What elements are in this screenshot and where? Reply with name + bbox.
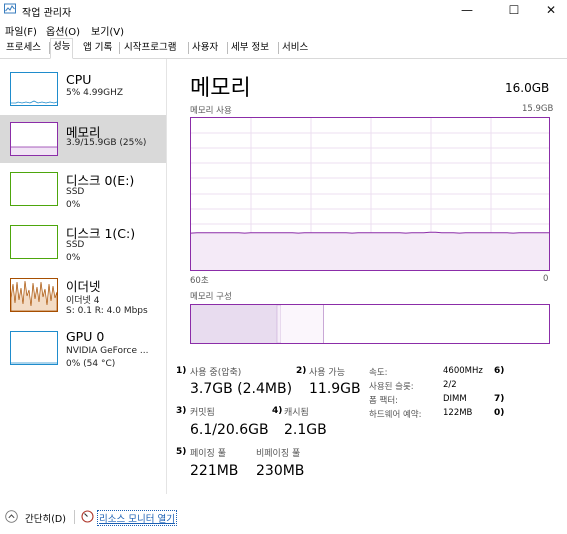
- sidebar-item-detail: 5% 4.99GHZ: [66, 88, 124, 98]
- sidebar-item-usage: 0% (54 °C): [66, 359, 116, 369]
- sidebar-item-detail: SSD: [66, 240, 85, 250]
- axis-left-label: 60초: [190, 276, 209, 286]
- available-marker: 2): [296, 366, 307, 376]
- composition-modified: [276, 305, 282, 343]
- page-title: 메모리: [190, 76, 251, 101]
- menu-view[interactable]: 보기(V): [91, 23, 124, 38]
- slots-value: 2/2: [443, 380, 457, 390]
- disk-1-thumbnail-graph: [10, 225, 58, 259]
- paged-pool-marker: 5): [176, 447, 187, 457]
- sidebar-item-detail: 이더넷 4: [66, 296, 100, 306]
- maximize-button[interactable]: ☐: [494, 0, 534, 20]
- in-use-marker: 1): [176, 366, 187, 376]
- memory-total: 16.0GB: [505, 81, 550, 95]
- resource-sidebar: CPU 5% 4.99GHZ 메모리 3.9/15.9GB (25%) 디스크 …: [0, 59, 167, 494]
- nonpaged-pool-value: 230MB: [256, 463, 305, 479]
- sidebar-item-usage: 0%: [66, 253, 81, 263]
- paged-pool-value: 221MB: [190, 463, 239, 479]
- sidebar-item-title: CPU: [66, 72, 92, 87]
- hardware-reserved-marker: 0): [494, 408, 505, 418]
- tab-users[interactable]: 사용자: [190, 40, 220, 56]
- disk-0-thumbnail-graph: [10, 172, 58, 206]
- available-label: 사용 가능: [309, 368, 345, 378]
- nonpaged-pool-label: 비페이징 풀: [256, 449, 301, 459]
- speed-value: 4600MHz: [443, 366, 483, 376]
- composition-standby: [281, 305, 323, 343]
- sidebar-item-memory[interactable]: 메모리 3.9/15.9GB (25%): [0, 115, 166, 163]
- committed-label: 커밋됨: [190, 408, 215, 418]
- title-bar: 작업 관리자 — ☐ ✕: [0, 0, 567, 20]
- menu-bar: 파일(F) 옵션(O) 보기(V): [0, 21, 567, 38]
- hardware-reserved-value: 122MB: [443, 408, 473, 418]
- committed-value: 6.1/20.6GB: [190, 422, 269, 438]
- cached-marker: 4): [272, 406, 283, 416]
- available-value: 11.9GB: [309, 381, 361, 397]
- tab-startup[interactable]: 시작프로그램: [122, 40, 178, 56]
- cpu-thumbnail-graph: [10, 72, 58, 106]
- form-factor-label: 폼 팩터:: [369, 396, 399, 406]
- sidebar-item-detail: SSD: [66, 187, 85, 197]
- sidebar-item-cpu[interactable]: CPU 5% 4.99GHZ: [0, 65, 166, 115]
- chevron-up-icon[interactable]: [5, 510, 18, 523]
- cached-value: 2.1GB: [284, 422, 327, 438]
- close-button[interactable]: ✕: [535, 0, 567, 20]
- paged-pool-label: 페이징 풀: [190, 449, 226, 459]
- tab-services[interactable]: 서비스: [280, 40, 310, 56]
- memory-usage-graph: [190, 117, 550, 271]
- sidebar-item-disk-0[interactable]: 디스크 0(E:) SSD 0%: [0, 167, 166, 217]
- resource-monitor-icon: [81, 510, 94, 523]
- speed-label: 속도:: [369, 368, 388, 378]
- composition-label: 메모리 구성: [190, 292, 232, 302]
- tab-app-history[interactable]: 앱 기록: [81, 40, 114, 56]
- sidebar-item-throughput: S: 0.1 R: 4.0 Mbps: [66, 306, 148, 316]
- menu-options[interactable]: 옵션(O): [46, 23, 80, 38]
- graph-max: 15.9GB: [522, 104, 554, 114]
- graph-label: 메모리 사용: [190, 106, 232, 116]
- sidebar-item-gpu[interactable]: GPU 0 NVIDIA GeForce ... 0% (54 °C): [0, 326, 166, 376]
- sidebar-item-title: GPU 0: [66, 329, 105, 344]
- ethernet-thumbnail-graph: [10, 278, 58, 312]
- window-title: 작업 관리자: [22, 8, 72, 19]
- sidebar-item-detail: 3.9/15.9GB (25%): [66, 138, 147, 148]
- task-manager-icon: [4, 3, 16, 14]
- in-use-label: 사용 중(압축): [190, 368, 242, 378]
- sidebar-item-disk-1[interactable]: 디스크 1(C:) SSD 0%: [0, 220, 166, 270]
- bottom-bar: 간단히(D) 리소스 모니터 열기: [0, 506, 567, 528]
- in-use-value: 3.7GB (2.4MB): [190, 381, 293, 397]
- form-factor-marker: 7): [494, 394, 505, 404]
- minimize-button[interactable]: —: [447, 0, 487, 20]
- sidebar-item-detail: NVIDIA GeForce ...: [66, 346, 149, 356]
- fewer-details-link[interactable]: 간단히(D): [25, 511, 66, 525]
- form-factor-value: DIMM: [443, 394, 467, 404]
- memory-usage-line: [191, 231, 549, 234]
- tab-details[interactable]: 세부 정보: [229, 40, 271, 56]
- tab-strip: 프로세스 성능 앱 기록 시작프로그램 사용자 세부 정보 서비스: [0, 38, 567, 59]
- slots-label: 사용된 슬롯:: [369, 382, 414, 392]
- committed-marker: 3): [176, 406, 187, 416]
- sidebar-item-ethernet[interactable]: 이더넷 이더넷 4 S: 0.1 R: 4.0 Mbps: [0, 273, 166, 323]
- memory-composition-bar: [190, 304, 550, 344]
- hardware-reserved-label: 하드웨어 예약:: [369, 410, 422, 420]
- tab-processes[interactable]: 프로세스: [4, 40, 43, 56]
- sidebar-item-usage: 0%: [66, 200, 81, 210]
- menu-file[interactable]: 파일(F): [5, 23, 37, 38]
- open-resource-monitor-link[interactable]: 리소스 모니터 열기: [97, 510, 177, 526]
- speed-marker: 6): [494, 366, 505, 376]
- cached-label: 캐시됨: [284, 408, 309, 418]
- gpu-thumbnail-graph: [10, 331, 58, 365]
- tab-performance[interactable]: 성능: [50, 38, 74, 59]
- memory-usage-area: [191, 232, 549, 270]
- memory-thumbnail-graph: [10, 122, 58, 156]
- axis-right-label: 0: [543, 274, 549, 284]
- composition-in-use: [191, 305, 277, 343]
